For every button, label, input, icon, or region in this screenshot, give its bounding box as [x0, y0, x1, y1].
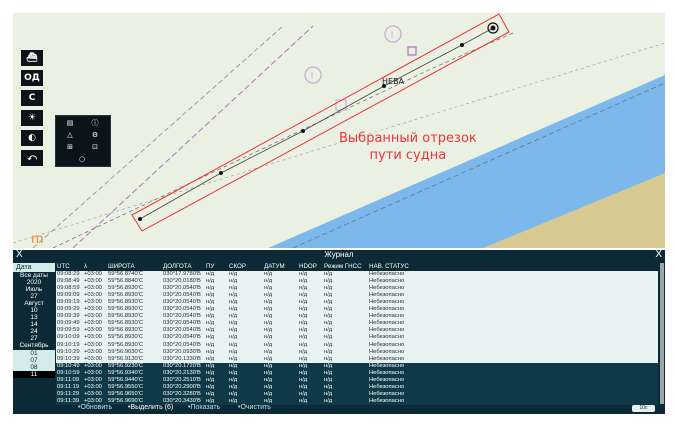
date-item[interactable]: 13	[13, 314, 55, 321]
table-header: UTC λ ШИРОТА ДОЛГОТА ПУ СКОР ДАТУМ HDOP Режим ГН…	[56, 263, 658, 271]
lock-icon[interactable]: ⊡	[83, 142, 107, 153]
clear-button[interactable]: •Очистить	[238, 404, 271, 411]
journal-panel: X Журнал X Дата Все даты 2020 Июль 27 Август…	[13, 249, 665, 414]
place-label: НЕВА	[382, 77, 405, 86]
wrench-icon[interactable]: ⚙	[83, 130, 107, 141]
tool-popup: ▤ ⓘ △ ⚙ ⊞ ⊡ ○	[55, 115, 111, 167]
arrow-icon[interactable]: ⤺	[21, 150, 43, 166]
show-button[interactable]: •Показать	[188, 404, 220, 411]
dates-header: Дата	[13, 263, 55, 272]
eye-icon[interactable]: ◐	[21, 130, 43, 146]
interval-button[interactable]: 10с	[632, 405, 655, 412]
od-button[interactable]: ОД	[21, 70, 43, 86]
date-item[interactable]: 14	[13, 321, 55, 328]
column-header[interactable]: HDOP	[299, 263, 317, 270]
sun-icon[interactable]: ☀	[21, 110, 43, 126]
column-header[interactable]: ШИРОТА	[108, 263, 135, 270]
triangle-icon[interactable]: △	[58, 130, 82, 141]
svg-text:!: !	[310, 71, 314, 82]
column-header[interactable]: ДАТУМ	[264, 263, 285, 270]
annotation-text: Выбранный отрезок пути судна	[339, 131, 477, 163]
column-header[interactable]: ПУ	[206, 263, 214, 270]
journal-footer: •Обновить •Выделить (6) •Показать •Очист…	[56, 403, 658, 413]
ship-icon[interactable]: ⛴	[21, 50, 43, 66]
svg-text:!: !	[390, 30, 394, 41]
column-header[interactable]: НАВ. СТАТУС	[369, 263, 409, 270]
date-list: Дата Все даты 2020 Июль 27 Август 10 13 14 24 27 С…	[13, 263, 55, 413]
select-button[interactable]: •Выделить (6)	[128, 404, 173, 411]
journal-close-right[interactable]: X	[655, 249, 662, 260]
date-item[interactable]: Сентябрь	[13, 342, 55, 349]
column-header[interactable]: Режим ГНСС	[324, 263, 362, 270]
c-button[interactable]: С	[21, 90, 43, 106]
circle-icon[interactable]: ○	[70, 154, 94, 165]
date-item[interactable]: 07	[13, 356, 55, 364]
column-header[interactable]: UTC	[57, 263, 70, 270]
journal-header: X Журнал X	[13, 249, 665, 260]
date-item[interactable]: 01	[13, 349, 55, 357]
date-item[interactable]: 11	[13, 370, 55, 378]
date-item[interactable]: 10	[13, 307, 55, 314]
list-icon[interactable]: ▤	[58, 118, 82, 129]
journal-title: Журнал	[324, 250, 354, 259]
chart-mark: m	[31, 232, 44, 247]
date-item[interactable]: 27	[13, 293, 55, 300]
column-header[interactable]: λ	[84, 263, 87, 270]
info-icon[interactable]: ⓘ	[83, 118, 107, 129]
journal-table: UTC λ ШИРОТА ДОЛГОТА ПУ СКОР ДАТУМ HDOP Режим ГН…	[56, 263, 658, 406]
refresh-button[interactable]: •Обновить	[78, 404, 112, 411]
date-item[interactable]: 24	[13, 328, 55, 335]
measure-icon[interactable]: ⊞	[58, 142, 82, 153]
date-item[interactable]: 2020	[13, 279, 55, 286]
date-item[interactable]: Все даты	[13, 272, 55, 279]
column-header[interactable]: СКОР	[229, 263, 246, 270]
date-item[interactable]: 08	[13, 363, 55, 371]
scrollbar[interactable]	[660, 263, 664, 404]
date-item[interactable]: Август	[13, 300, 55, 307]
left-toolbar: ⛴ ОД С ☀ ◐ ⤺	[13, 50, 43, 170]
date-item[interactable]: Июль	[13, 286, 55, 293]
column-header[interactable]: ДОЛГОТА	[163, 263, 192, 270]
